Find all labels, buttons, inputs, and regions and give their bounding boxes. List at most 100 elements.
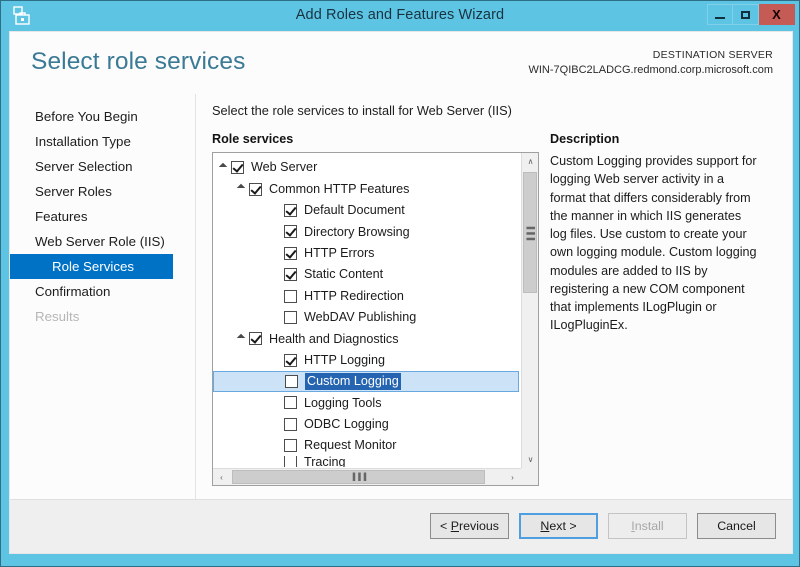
install-button: Install xyxy=(608,513,687,539)
tree-row[interactable]: WebDAV Publishing xyxy=(213,307,520,328)
title-bar[interactable]: Add Roles and Features Wizard X xyxy=(1,1,799,31)
checkbox-icon[interactable] xyxy=(284,456,297,467)
wizard-page: Select role services DESTINATION SERVER … xyxy=(9,31,793,554)
checkbox-icon[interactable] xyxy=(284,310,297,324)
checkbox-icon[interactable] xyxy=(249,332,262,346)
sidebar-item-server-roles[interactable]: Server Roles xyxy=(10,179,195,204)
tree-row-label: Request Monitor xyxy=(304,438,397,453)
checkbox-icon[interactable] xyxy=(284,289,297,303)
next-button-label: Next > xyxy=(540,519,577,533)
checkbox-icon[interactable] xyxy=(231,161,244,175)
expander-open-icon[interactable] xyxy=(237,333,249,345)
sidebar-item-confirmation[interactable]: Confirmation xyxy=(10,279,195,304)
vertical-scrollbar-thumb[interactable]: ▐▐▐ xyxy=(523,172,537,293)
tree-row[interactable]: HTTP Redirection xyxy=(213,285,520,306)
horizontal-scrollbar[interactable]: ‹ ▐▐▐ › xyxy=(213,468,521,485)
wizard-step-nav: Before You Begin Installation Type Serve… xyxy=(10,94,196,499)
tree-row[interactable]: Logging Tools xyxy=(213,392,520,413)
sidebar-item-features[interactable]: Features xyxy=(10,204,195,229)
page-footer: < Previous Next > Install Cancel xyxy=(10,499,792,553)
tree-row-label: Directory Browsing xyxy=(304,224,410,239)
destination-server-block: DESTINATION SERVER WIN-7QIBC2LADCG.redmo… xyxy=(528,48,773,79)
role-services-tree[interactable]: Web Server Common HTTP Features Default Do… xyxy=(212,152,539,486)
expander-open-icon[interactable] xyxy=(237,183,249,195)
tree-row-label: HTTP Errors xyxy=(304,245,375,260)
tree-row[interactable]: Web Server xyxy=(213,157,520,178)
destination-server-name: WIN-7QIBC2LADCG.redmond.corp.microsoft.c… xyxy=(528,63,773,76)
page-content: Select the role services to install for … xyxy=(196,94,792,499)
checkbox-icon[interactable] xyxy=(284,439,297,453)
next-button[interactable]: Next > xyxy=(519,513,598,539)
checkbox-icon[interactable] xyxy=(284,417,297,431)
checkbox-icon[interactable] xyxy=(284,203,297,217)
minimize-button[interactable] xyxy=(707,4,733,25)
vertical-scrollbar[interactable]: ∧ ▐▐▐ ∨ xyxy=(521,153,538,468)
expander-open-icon[interactable] xyxy=(219,162,231,174)
scrollbar-corner xyxy=(521,468,538,485)
tree-row-label: WebDAV Publishing xyxy=(304,310,417,325)
tree-row[interactable]: Common HTTP Features xyxy=(213,178,520,199)
checkbox-icon[interactable] xyxy=(249,182,262,196)
sidebar-item-web-server-role-iis[interactable]: Web Server Role (IIS) xyxy=(10,229,195,254)
tree-row-label: Health and Diagnostics xyxy=(269,331,399,346)
checkbox-icon[interactable] xyxy=(284,396,297,410)
tree-row[interactable]: Tracing xyxy=(213,456,520,467)
tree-viewport: Web Server Common HTTP Features Default Do… xyxy=(213,153,520,467)
scrollbar-grip-icon: ▐▐▐ xyxy=(526,224,534,241)
scroll-right-icon[interactable]: › xyxy=(504,469,521,485)
instruction-text: Select the role services to install for … xyxy=(212,103,512,118)
maximize-button[interactable] xyxy=(733,4,759,25)
sidebar-item-installation-type[interactable]: Installation Type xyxy=(10,129,195,154)
tree-row[interactable]: HTTP Logging xyxy=(213,350,520,371)
tree-row[interactable]: Health and Diagnostics xyxy=(213,328,520,349)
tree-row-label: HTTP Redirection xyxy=(304,288,404,303)
tree-row[interactable]: HTTP Errors xyxy=(213,243,520,264)
checkbox-icon[interactable] xyxy=(285,375,298,389)
scrollbar-grip-icon: ▐▐▐ xyxy=(350,473,367,481)
sidebar-item-role-services[interactable]: Role Services xyxy=(10,254,173,279)
tree-row[interactable]: Custom Logging xyxy=(213,370,519,393)
window-title: Add Roles and Features Wizard xyxy=(295,7,505,23)
close-button[interactable]: X xyxy=(759,4,795,25)
destination-server-label: DESTINATION SERVER xyxy=(652,49,773,61)
previous-button-label: < Previous xyxy=(440,519,499,533)
cancel-button[interactable]: Cancel xyxy=(697,513,776,539)
tree-row[interactable]: Default Document xyxy=(213,200,520,221)
scroll-up-icon[interactable]: ∧ xyxy=(522,153,538,170)
tree-row-label: Static Content xyxy=(304,267,384,282)
install-button-label: Install xyxy=(631,519,664,533)
page-body: Before You Begin Installation Type Serve… xyxy=(10,94,792,499)
checkbox-icon[interactable] xyxy=(284,353,297,367)
sidebar-item-server-selection[interactable]: Server Selection xyxy=(10,154,195,179)
horizontal-scrollbar-thumb[interactable]: ▐▐▐ xyxy=(232,470,485,484)
wizard-window: Add Roles and Features Wizard X Select r… xyxy=(0,0,800,567)
sidebar-item-before-you-begin[interactable]: Before You Begin xyxy=(10,104,195,129)
tree-row-label: Web Server xyxy=(251,160,318,175)
tree-row[interactable]: ODBC Logging xyxy=(213,414,520,435)
checkbox-icon[interactable] xyxy=(284,268,297,282)
checkbox-icon[interactable] xyxy=(284,246,297,260)
scroll-down-icon[interactable]: ∨ xyxy=(522,451,538,468)
description-text: Custom Logging provides support for logg… xyxy=(550,154,757,333)
scroll-left-icon[interactable]: ‹ xyxy=(213,469,230,485)
window-controls: X xyxy=(707,4,795,25)
tree-row[interactable]: Directory Browsing xyxy=(213,221,520,242)
previous-button[interactable]: < Previous xyxy=(430,513,509,539)
cancel-button-label: Cancel xyxy=(717,519,756,533)
tree-row[interactable]: Request Monitor xyxy=(213,435,520,456)
tree-row-label: Logging Tools xyxy=(304,395,382,410)
page-header: Select role services DESTINATION SERVER … xyxy=(10,32,792,94)
tree-row[interactable]: Static Content xyxy=(213,264,520,285)
checkbox-icon[interactable] xyxy=(284,225,297,239)
tree-row-label: HTTP Logging xyxy=(304,352,385,367)
